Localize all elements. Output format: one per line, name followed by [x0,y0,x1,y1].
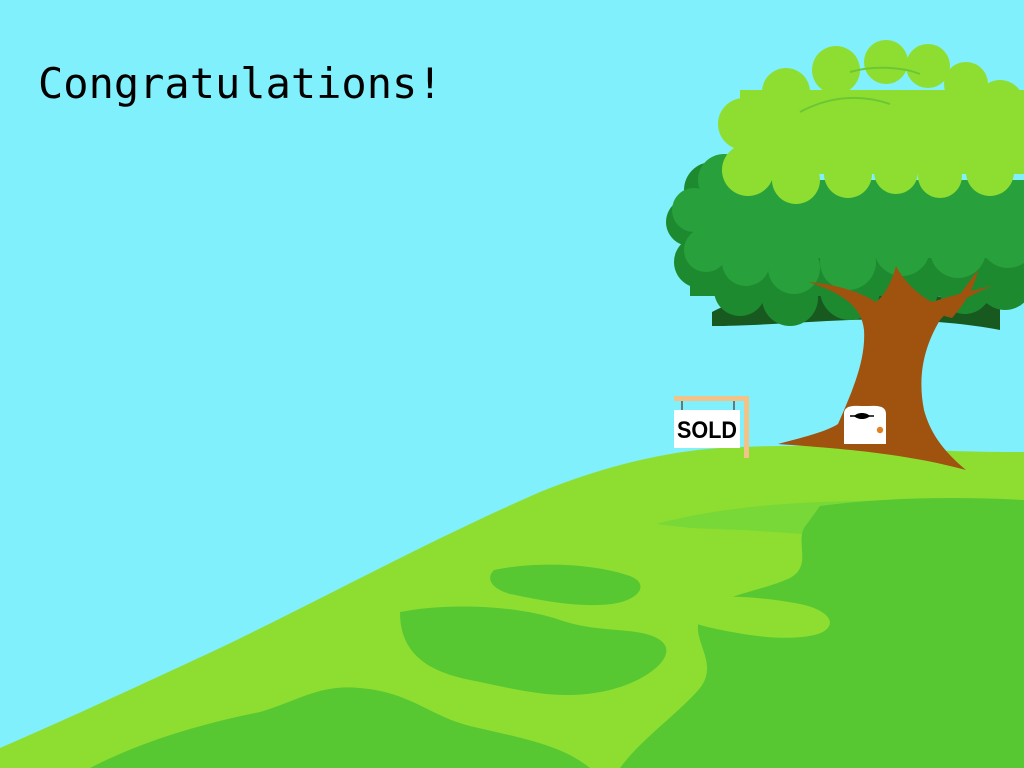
hill-scene: SOLD [0,0,1024,768]
sign-arm [674,396,749,401]
game-stage: SOLD Congratulations! [0,0,1024,768]
congratulations-message: Congratulations! [38,59,443,108]
sign-text: SOLD [677,417,737,444]
door[interactable] [844,405,886,444]
sign-post [744,396,749,458]
door-knob [876,426,884,434]
tree-door-icon[interactable] [844,405,886,444]
